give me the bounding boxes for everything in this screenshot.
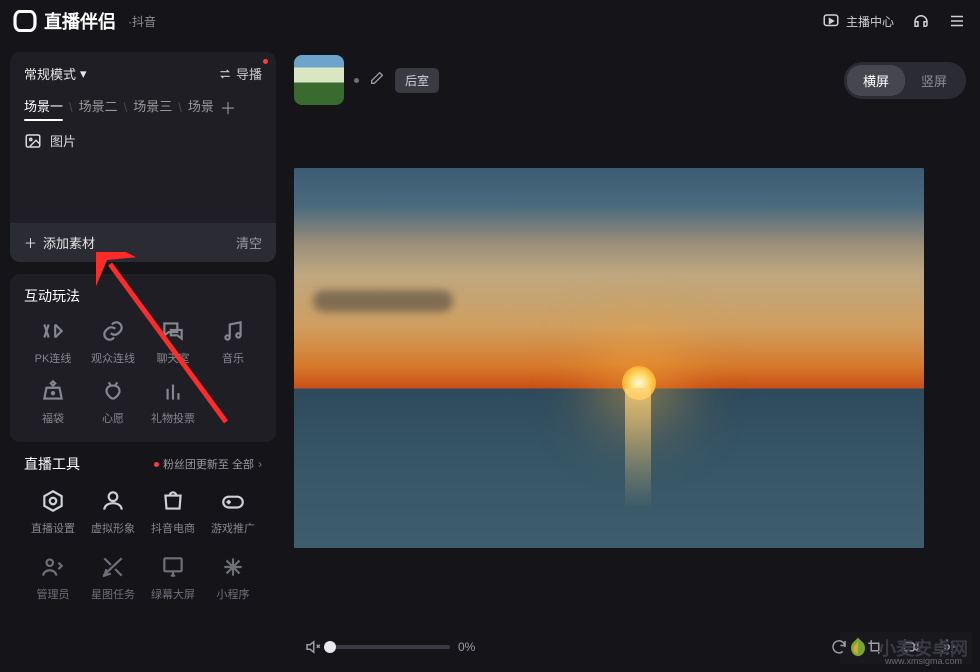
- preview-header: 后室 横屏 竖屏: [294, 52, 966, 108]
- virtual-avatar-button[interactable]: 虚拟形象: [84, 484, 142, 540]
- watermark-url: www.xmsigma.com: [885, 656, 962, 666]
- status-dot: [354, 78, 359, 83]
- interact-panel: 互动玩法 PK连线 观众连线 聊天室 音乐: [10, 274, 276, 442]
- chatroom-button[interactable]: 聊天室: [144, 314, 202, 370]
- add-asset-button[interactable]: ＋ 添加素材: [24, 233, 95, 252]
- green-screen-button[interactable]: 绿幕大屏: [144, 550, 202, 606]
- plus-icon: ＋: [24, 233, 37, 252]
- scene-tab-3[interactable]: 场景三: [133, 96, 172, 119]
- cloud-decoration: [313, 290, 453, 312]
- music-button[interactable]: 音乐: [204, 314, 262, 370]
- lucky-bag-button[interactable]: 福袋: [24, 374, 82, 430]
- game-promo-button[interactable]: 游戏推广: [204, 484, 262, 540]
- watermark: 小麦安卓网 www.xmsigma.com: [840, 632, 972, 664]
- star-task-button[interactable]: 星图任务: [84, 550, 142, 606]
- play-box-icon: [822, 12, 840, 30]
- orientation-horizontal[interactable]: 横屏: [847, 65, 905, 96]
- audience-link-button[interactable]: 观众连线: [84, 314, 142, 370]
- top-bar: 直播伴侣 ·抖音 主播中心: [0, 0, 980, 42]
- broadcast-button[interactable]: 导播: [218, 64, 262, 83]
- preview-canvas[interactable]: [294, 168, 924, 548]
- orientation-toggle: 横屏 竖屏: [844, 62, 966, 99]
- left-sidebar: 常规模式 ▾ 导播 场景一 \ 场景二 \ 场景三 \ 场景: [0, 42, 280, 672]
- mode-dropdown[interactable]: 常规模式 ▾: [24, 64, 87, 83]
- preview-pane: 后室 横屏 竖屏: [280, 42, 980, 672]
- image-icon: [24, 132, 42, 150]
- asset-image-item[interactable]: 图片: [24, 131, 262, 150]
- top-actions: 主播中心: [822, 12, 966, 30]
- reflection-decoration: [625, 388, 651, 508]
- live-settings-button[interactable]: 直播设置: [24, 484, 82, 540]
- watermark-logo: [844, 634, 872, 662]
- miniprogram-button[interactable]: 小程序: [204, 550, 262, 606]
- room-tag[interactable]: 后室: [395, 68, 439, 93]
- app-logo: 直播伴侣 ·抖音: [14, 8, 156, 34]
- scene-tabs: 场景一 \ 场景二 \ 场景三 \ 场景 ＋: [24, 95, 262, 119]
- pk-link-button[interactable]: PK连线: [24, 314, 82, 370]
- notification-dot: [263, 59, 268, 64]
- scenes-panel: 常规模式 ▾ 导播 场景一 \ 场景二 \ 场景三 \ 场景: [10, 52, 276, 262]
- swap-icon: [218, 67, 232, 81]
- wish-button[interactable]: 心愿: [84, 374, 142, 430]
- admin-button[interactable]: 管理员: [24, 550, 82, 606]
- speaker-mute-icon: [304, 638, 322, 656]
- fanclub-update-link[interactable]: 粉丝团更新至 全部 ›: [154, 456, 262, 472]
- edit-title-button[interactable]: [369, 70, 385, 91]
- menu-icon[interactable]: [948, 12, 966, 30]
- volume-control[interactable]: 0%: [304, 638, 490, 656]
- chevron-right-icon: ›: [258, 457, 262, 471]
- notification-dot: [154, 462, 159, 467]
- scene-tab-1[interactable]: 场景一: [24, 96, 63, 119]
- caret-down-icon: ▾: [80, 66, 87, 82]
- clear-button[interactable]: 清空: [236, 233, 262, 252]
- volume-slider[interactable]: [330, 645, 450, 649]
- ecommerce-button[interactable]: 抖音电商: [144, 484, 202, 540]
- headset-icon[interactable]: [912, 12, 930, 30]
- volume-percent: 0%: [458, 640, 490, 654]
- scene-tab-4[interactable]: 场景: [188, 96, 214, 119]
- host-center-label: 主播中心: [846, 13, 894, 30]
- add-scene-button[interactable]: ＋: [220, 95, 236, 119]
- app-subtitle: ·抖音: [128, 13, 156, 30]
- slider-knob[interactable]: [324, 641, 336, 653]
- tools-panel: 直播工具 粉丝团更新至 全部 › 直播设置 虚拟形象: [10, 454, 276, 606]
- tools-title: 直播工具: [24, 454, 80, 474]
- main-layout: 常规模式 ▾ 导播 场景一 \ 场景二 \ 场景三 \ 场景: [0, 42, 980, 672]
- app-title: 直播伴侣: [44, 8, 116, 34]
- gift-vote-button[interactable]: 礼物投票: [144, 374, 202, 430]
- scene-tab-2[interactable]: 场景二: [79, 96, 118, 119]
- host-center-link[interactable]: 主播中心: [822, 12, 894, 30]
- scene-thumbnail[interactable]: [294, 55, 344, 105]
- pencil-icon: [369, 70, 385, 86]
- interact-title: 互动玩法: [24, 286, 262, 306]
- orientation-vertical[interactable]: 竖屏: [905, 65, 963, 96]
- logo-icon: [13, 10, 36, 32]
